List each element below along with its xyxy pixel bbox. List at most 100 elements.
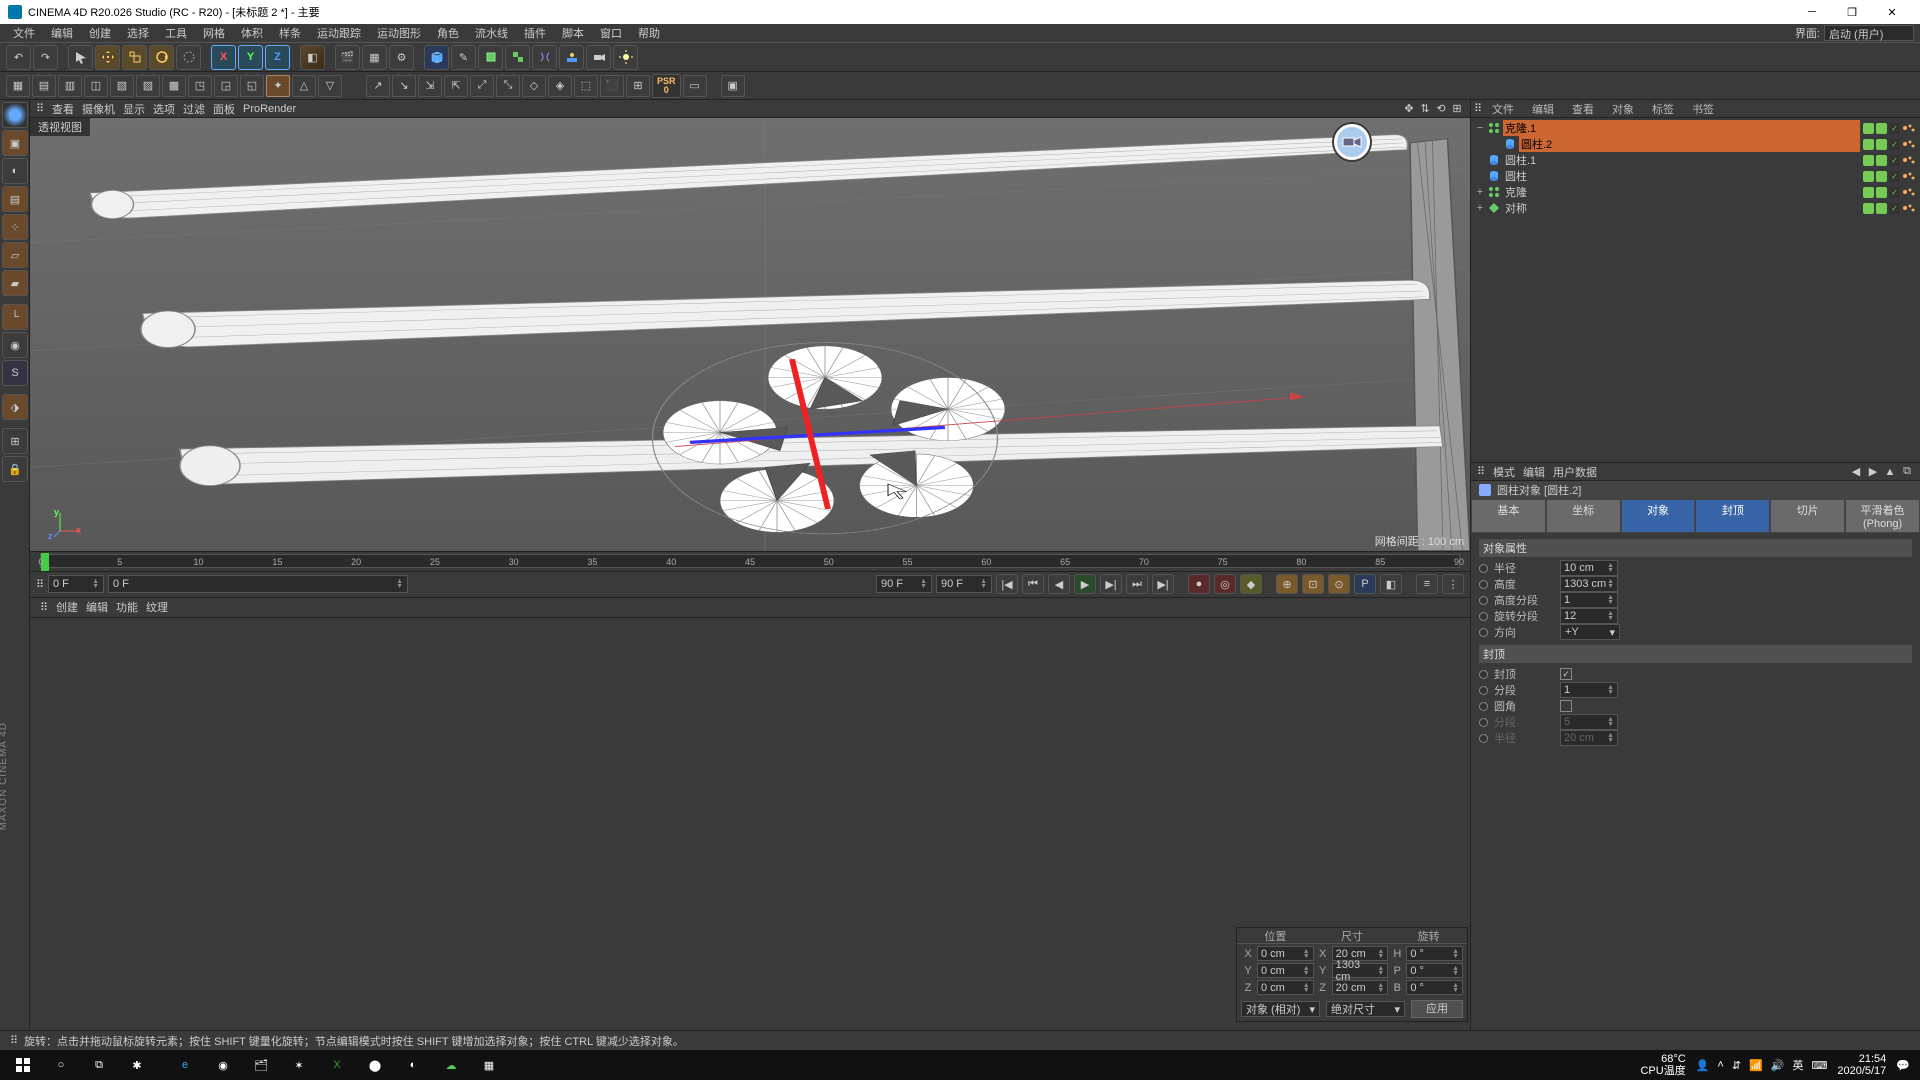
tree-item-name[interactable]: 圆柱 <box>1503 168 1860 184</box>
attr-tab-slice[interactable]: 切片 <box>1770 499 1845 533</box>
render-settings[interactable]: ⚙ <box>389 45 414 70</box>
primitive-cube[interactable] <box>424 45 449 70</box>
sbtn-2[interactable]: ▤ <box>32 75 56 97</box>
taskview-icon[interactable]: ⧉ <box>82 1050 116 1080</box>
sbtn-26[interactable]: ▣ <box>721 75 745 97</box>
tree-row[interactable]: 圆柱.1✓ <box>1471 152 1920 168</box>
coord-input[interactable]: 0 cm▲▼ <box>1257 963 1314 978</box>
sbtn-12[interactable]: △ <box>292 75 316 97</box>
attr-menu-mode[interactable]: 模式 <box>1493 464 1515 480</box>
vis-flag[interactable] <box>1863 171 1874 182</box>
anim-dot[interactable] <box>1479 702 1488 711</box>
minimize-button[interactable]: ─ <box>1792 0 1832 24</box>
enable-flag[interactable]: ✓ <box>1889 171 1900 182</box>
om-tab-view[interactable]: 查看 <box>1564 100 1602 118</box>
maximize-button[interactable]: ❐ <box>1832 0 1872 24</box>
menu-select[interactable]: 选择 <box>120 24 156 42</box>
scale-tool[interactable] <box>122 45 147 70</box>
attr-nav-up-icon[interactable]: ▲ <box>1883 465 1897 479</box>
key-opt1[interactable]: ≡ <box>1416 574 1438 594</box>
next-frame[interactable]: ▶| <box>1100 574 1122 594</box>
coord-input[interactable]: 0 °▲▼ <box>1406 963 1463 978</box>
enable-flag[interactable]: ✓ <box>1889 155 1900 166</box>
menu-script[interactable]: 脚本 <box>555 24 591 42</box>
prev-key[interactable]: ⏮ <box>1022 574 1044 594</box>
key-param[interactable]: P <box>1354 574 1376 594</box>
goto-start[interactable]: |◀ <box>996 574 1018 594</box>
anim-dot[interactable] <box>1479 580 1488 589</box>
poly-mode[interactable]: ▰ <box>2 270 28 296</box>
sbtn-24[interactable]: ⊞ <box>626 75 650 97</box>
tree-item-name[interactable]: 克隆 <box>1503 184 1860 200</box>
tree-row[interactable]: 圆柱.2✓ <box>1471 136 1920 152</box>
app-c4d-icon[interactable]: ◐ <box>396 1050 430 1080</box>
vp-menu-prorender[interactable]: ProRender <box>243 103 296 115</box>
tree-expand-icon[interactable]: − <box>1475 122 1485 134</box>
coord-system[interactable]: ◧ <box>300 45 325 70</box>
axis-x-toggle[interactable]: X <box>211 45 236 70</box>
timeline-track[interactable]: 051015202530354045505560657075808590 <box>40 554 1460 568</box>
app-obs-icon[interactable]: ⬤ <box>358 1050 392 1080</box>
attr-input[interactable]: 5▲▼ <box>1560 714 1618 730</box>
model-mode[interactable] <box>2 102 28 128</box>
timeline[interactable]: 051015202530354045505560657075808590 <box>30 551 1470 571</box>
deformer-tool[interactable] <box>532 45 557 70</box>
tray-ime[interactable]: 英 <box>1792 1057 1803 1073</box>
enable-flag[interactable]: ✓ <box>1889 203 1900 214</box>
attr-tab-coord[interactable]: 坐标 <box>1546 499 1621 533</box>
tree-row[interactable]: +克隆✓ <box>1471 184 1920 200</box>
vis-flag[interactable] <box>1863 203 1874 214</box>
tree-row[interactable]: 圆柱 ✓ <box>1471 168 1920 184</box>
vp-nav-zoom-icon[interactable]: ⇅ <box>1418 102 1432 116</box>
sbtn-25[interactable]: ▭ <box>683 75 707 97</box>
tray-people-icon[interactable]: 👤 <box>1696 1059 1710 1072</box>
attr-menu-userdata[interactable]: 用户数据 <box>1553 464 1597 480</box>
viewport-solo[interactable]: ⬗ <box>2 394 28 420</box>
sbtn-8[interactable]: ◳ <box>188 75 212 97</box>
camera-badge-icon[interactable] <box>1334 124 1370 160</box>
render-flag[interactable] <box>1876 139 1887 150</box>
attr-tab-object[interactable]: 对象 <box>1621 499 1696 533</box>
object-mode[interactable]: ▣ <box>2 130 28 156</box>
om-tab-object[interactable]: 对象 <box>1604 100 1642 118</box>
key-rot[interactable]: ⊙ <box>1328 574 1350 594</box>
rotate-tool[interactable] <box>149 45 174 70</box>
sbtn-18[interactable]: ⤢ <box>470 75 494 97</box>
attr-menu-edit[interactable]: 编辑 <box>1523 464 1545 480</box>
app-edge-icon[interactable]: e <box>168 1050 202 1080</box>
attr-input[interactable]: 20 cm▲▼ <box>1560 730 1618 746</box>
recent-tool[interactable] <box>176 45 201 70</box>
tree-item-name[interactable]: 对称 <box>1503 200 1860 216</box>
tray-keyboard-icon[interactable]: ⌨ <box>1811 1059 1827 1072</box>
app-wechat-icon[interactable]: ☁ <box>434 1050 468 1080</box>
coord-mode-select[interactable]: 对象 (相对)▾ <box>1241 1001 1320 1017</box>
tag-icon[interactable] <box>1902 171 1916 182</box>
sbtn-13[interactable]: ▽ <box>318 75 342 97</box>
record-button[interactable]: ● <box>1188 574 1210 594</box>
sbtn-17[interactable]: ⇱ <box>444 75 468 97</box>
tag-icon[interactable] <box>1902 139 1916 150</box>
menu-window[interactable]: 窗口 <box>593 24 629 42</box>
tag-icon[interactable] <box>1902 155 1916 166</box>
edge-mode[interactable]: ▱ <box>2 242 28 268</box>
app-excel-icon[interactable]: X <box>320 1050 354 1080</box>
menu-edit[interactable]: 编辑 <box>44 24 80 42</box>
tree-expand-icon[interactable]: + <box>1475 202 1485 214</box>
tray-wifi-icon[interactable]: 📶 <box>1749 1059 1763 1072</box>
render-flag[interactable] <box>1876 203 1887 214</box>
attr-nav-fwd-icon[interactable]: ▶ <box>1866 465 1880 479</box>
frame-end2[interactable]: 90 F▲▼ <box>936 575 992 593</box>
layout-select[interactable]: 启动 (用户) <box>1824 25 1914 41</box>
anim-dot[interactable] <box>1479 670 1488 679</box>
menu-mograph[interactable]: 运动图形 <box>370 24 428 42</box>
menu-volume[interactable]: 体积 <box>234 24 270 42</box>
menu-help[interactable]: 帮助 <box>631 24 667 42</box>
mat-menu-func[interactable]: 功能 <box>116 599 138 615</box>
coord-input[interactable]: 0 cm▲▼ <box>1257 980 1314 995</box>
texture-mode[interactable]: ◐ <box>2 158 28 184</box>
tray-up-icon[interactable]: ˄ <box>1717 1059 1723 1071</box>
next-key[interactable]: ⏭ <box>1126 574 1148 594</box>
vp-menu-panel[interactable]: 面板 <box>213 101 235 117</box>
coord-size-select[interactable]: 绝对尺寸▾ <box>1326 1001 1405 1017</box>
prev-frame[interactable]: ◀ <box>1048 574 1070 594</box>
